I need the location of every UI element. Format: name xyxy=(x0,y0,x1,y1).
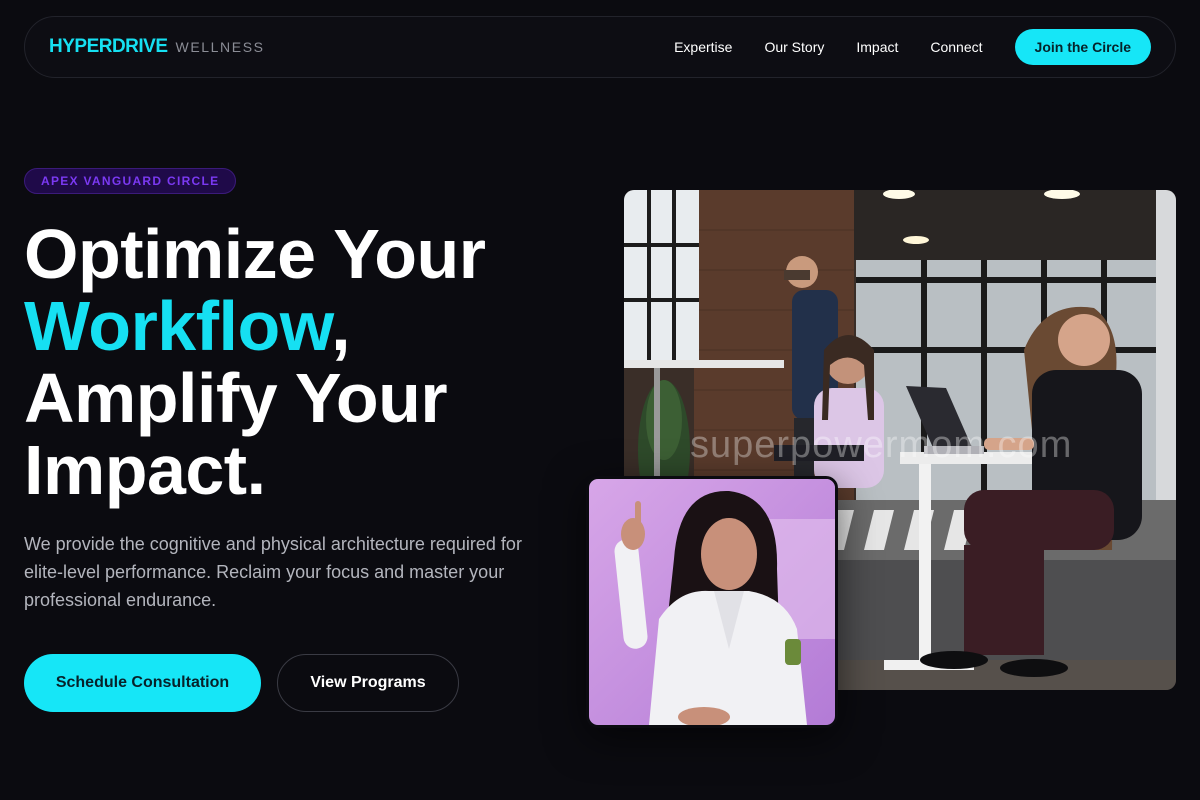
nav-link-expertise[interactable]: Expertise xyxy=(674,39,732,55)
hero-badge: APEX VANGUARD CIRCLE xyxy=(24,168,237,194)
brand-logo[interactable]: HYPERDRIVE WELLNESS xyxy=(49,36,265,58)
headline-line-1: Optimize Your xyxy=(24,215,486,293)
page: HYPERDRIVE WELLNESS Expertise Our Story … xyxy=(0,0,1200,800)
view-programs-button[interactable]: View Programs xyxy=(277,654,459,712)
join-circle-button[interactable]: Join the Circle xyxy=(1014,29,1151,65)
hero-lead-text: We provide the cognitive and physical ar… xyxy=(24,534,522,610)
headline-line-3: Amplify Your xyxy=(24,359,448,437)
nav-link-impact[interactable]: Impact xyxy=(856,39,898,55)
nav-link-connect[interactable]: Connect xyxy=(930,39,982,55)
headline-accent-word: Workflow xyxy=(24,287,332,365)
doctor-portrait-photo xyxy=(586,476,838,728)
nav-link-our-story[interactable]: Our Story xyxy=(764,39,824,55)
hero-headline: Optimize Your Workflow, Amplify Your Imp… xyxy=(24,218,584,506)
top-navbar: HYPERDRIVE WELLNESS Expertise Our Story … xyxy=(24,16,1176,78)
image-watermark: superpowermom.com xyxy=(690,424,1073,466)
schedule-consultation-button[interactable]: Schedule Consultation xyxy=(24,654,261,712)
nav-links: Expertise Our Story Impact Connect xyxy=(674,39,982,55)
headline-line-4: Impact. xyxy=(24,431,266,509)
headline-comma: , xyxy=(331,287,351,365)
brand-suffix: WELLNESS xyxy=(175,39,265,55)
brand-name: HYPERDRIVE xyxy=(49,36,168,57)
